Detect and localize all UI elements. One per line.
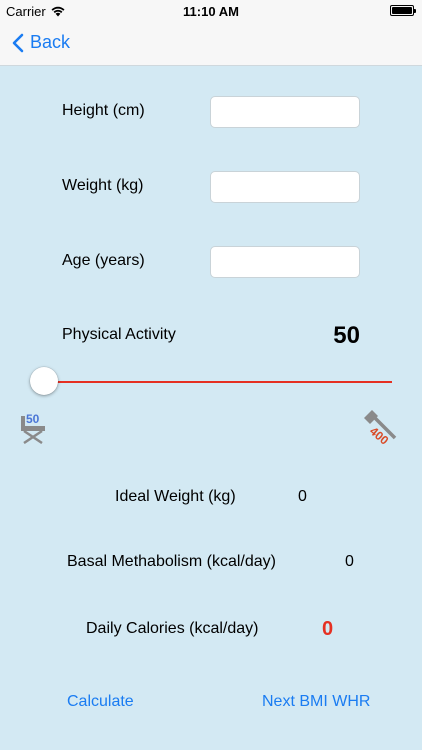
height-input[interactable] — [210, 96, 360, 128]
ideal-weight-value: 0 — [298, 488, 307, 505]
weight-row: Weight (kg) — [62, 171, 360, 203]
slider-thumb[interactable] — [30, 367, 58, 395]
status-bar: Carrier 11:10 AM — [0, 0, 422, 22]
ideal-weight-label: Ideal Weight (kg) — [115, 488, 236, 505]
height-label: Height (cm) — [62, 102, 145, 119]
age-row: Age (years) — [62, 246, 360, 278]
age-input[interactable] — [210, 246, 360, 278]
chevron-left-icon — [12, 33, 24, 52]
back-button[interactable]: Back — [12, 32, 70, 53]
age-label: Age (years) — [62, 252, 145, 269]
next-bmi-whr-button[interactable]: Next BMI WHR — [262, 693, 370, 711]
daily-calories-label: Daily Calories (kcal/day) — [86, 620, 259, 637]
calculate-button[interactable]: Calculate — [67, 693, 134, 711]
physical-activity-label: Physical Activity — [62, 326, 176, 343]
battery-icon — [390, 5, 416, 16]
weight-input[interactable] — [210, 171, 360, 203]
physical-activity-value: 50 — [333, 322, 360, 349]
status-time: 11:10 AM — [183, 4, 239, 19]
height-row: Height (cm) — [62, 96, 360, 128]
slider-track[interactable] — [44, 381, 392, 383]
basal-metabolism-label: Basal Methabolism (kcal/day) — [67, 553, 276, 570]
back-label: Back — [30, 32, 71, 52]
physical-activity-slider[interactable] — [30, 366, 392, 396]
slider-min-label: 50 — [26, 412, 40, 426]
navigation-bar: Back — [0, 22, 422, 66]
weight-label: Weight (kg) — [62, 177, 144, 194]
basal-metabolism-value: 0 — [345, 553, 354, 570]
daily-calories-value: 0 — [322, 618, 334, 640]
